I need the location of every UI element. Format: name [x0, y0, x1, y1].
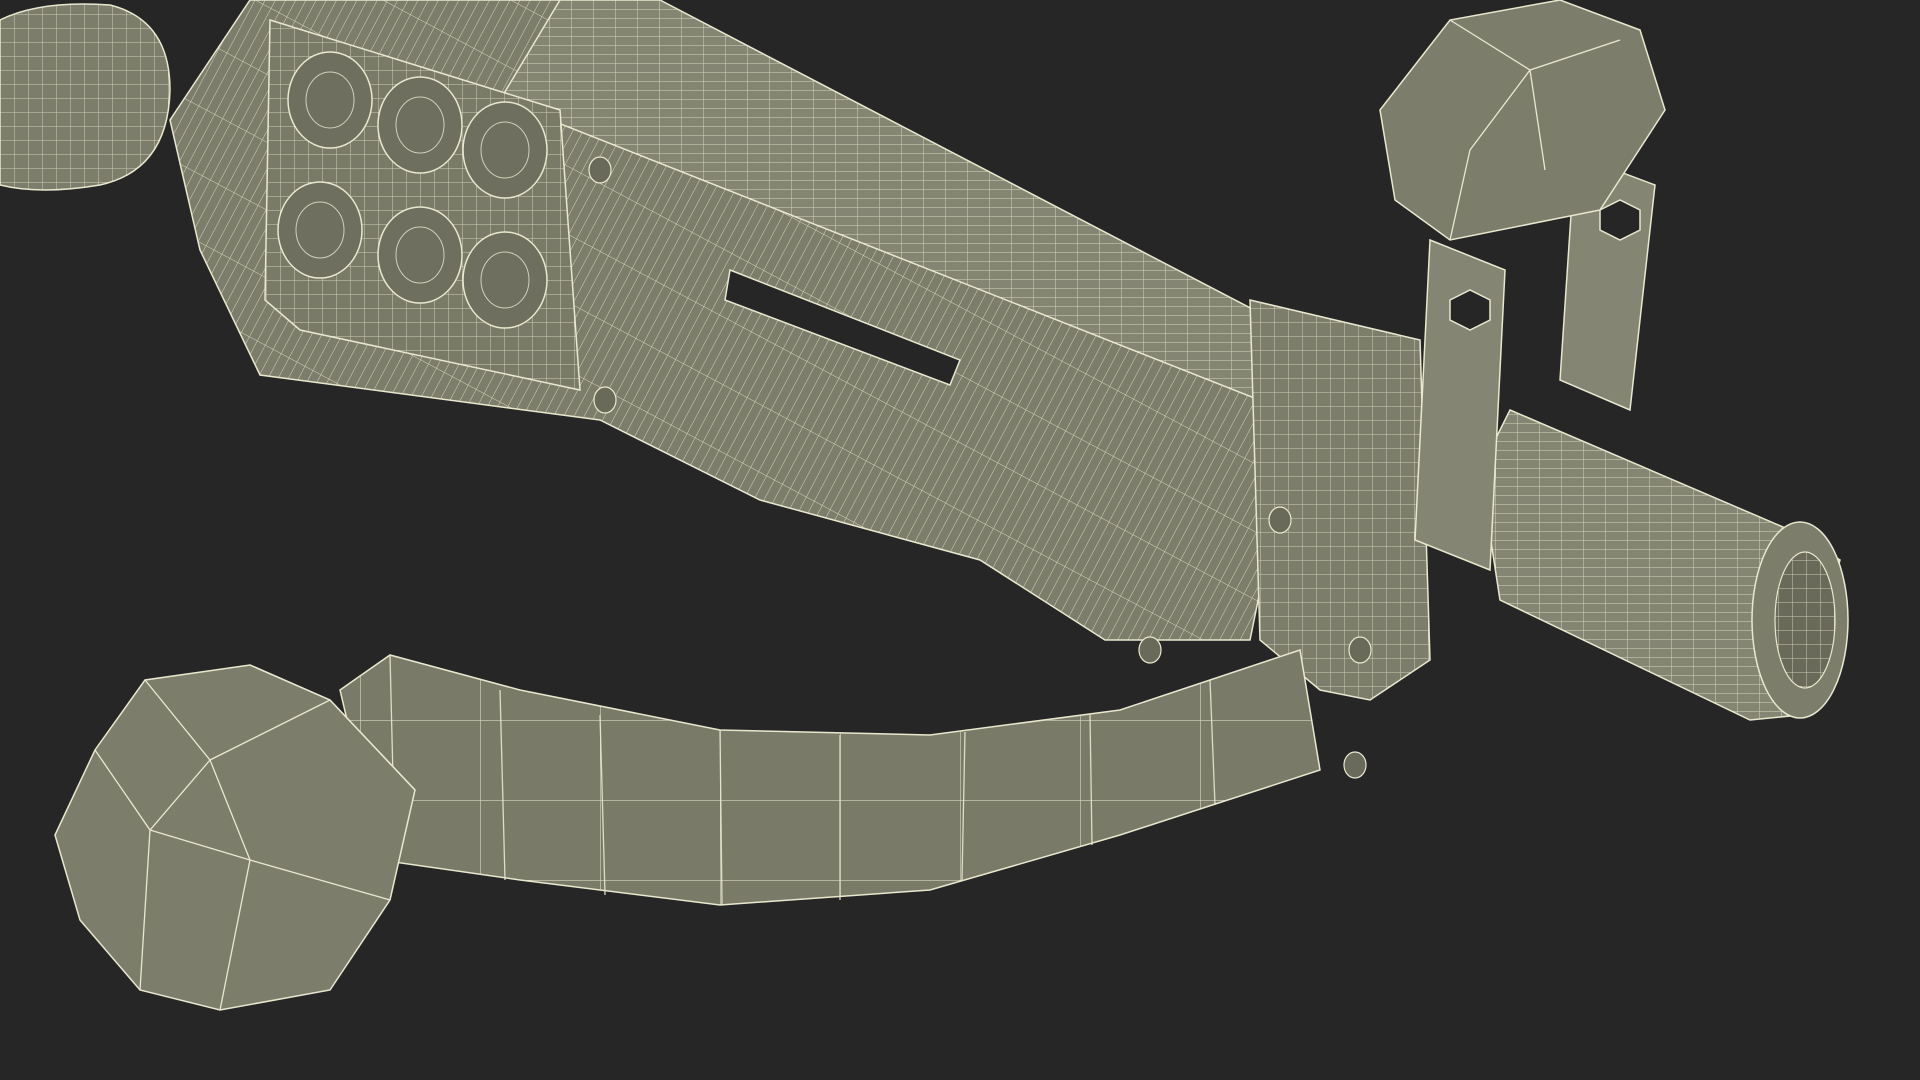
upper-left-cap: [0, 3, 171, 191]
port-2: [377, 76, 463, 174]
port-6: [462, 231, 548, 329]
render-viewport: [0, 0, 1920, 1080]
sight-post-left: [1414, 238, 1506, 572]
port-4: [277, 181, 363, 279]
port-1: [287, 51, 373, 149]
port-5: [377, 206, 463, 304]
port-3: [462, 101, 548, 199]
front-collar: [1249, 299, 1431, 701]
